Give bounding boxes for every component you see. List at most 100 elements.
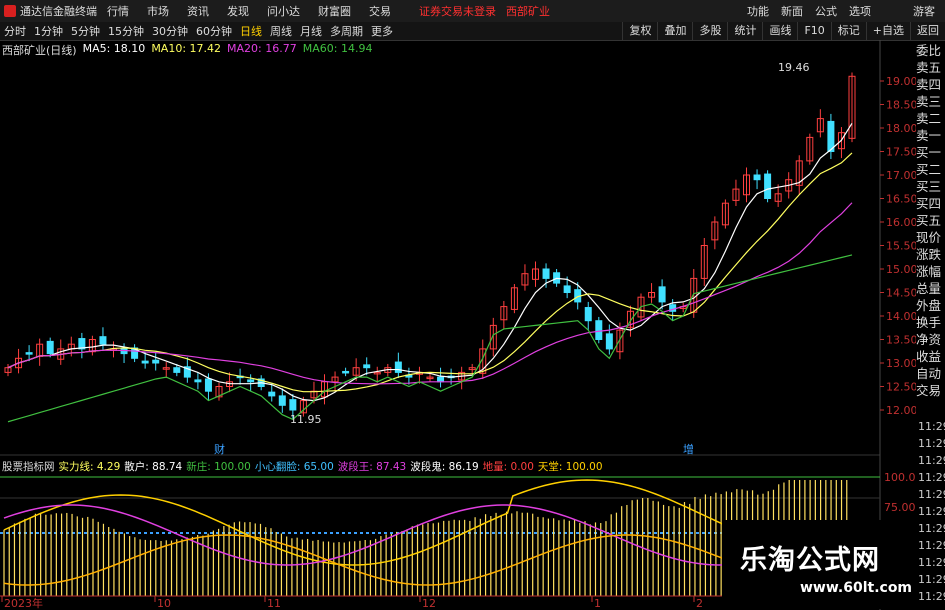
y-tick: 12.00 <box>886 404 916 417</box>
user-label[interactable]: 游客 <box>913 3 935 19</box>
menu-quotes[interactable]: 行情 <box>107 3 129 19</box>
period-1m[interactable]: 1分钟 <box>34 23 63 39</box>
candle-body <box>658 286 666 303</box>
y2-tick: 100.0 <box>884 471 916 484</box>
candle-body <box>394 361 402 373</box>
time-9: 11:29 <box>918 573 945 586</box>
x-tick: 2 <box>696 597 703 610</box>
candle-body <box>141 360 149 364</box>
q-10: 买五 <box>916 213 942 228</box>
period-60m[interactable]: 60分钟 <box>196 23 232 39</box>
q-19[interactable]: 自动 <box>916 365 945 382</box>
tool-multistock[interactable]: 多股 <box>692 22 727 40</box>
q-14: 总量 <box>916 281 942 296</box>
y-tick: 13.00 <box>886 357 916 370</box>
ind-v1: 实力线: 4.29 <box>58 461 121 473</box>
q-4: 卖二 <box>916 111 942 126</box>
candle-body <box>289 399 297 411</box>
x-tick: 2023年 <box>4 596 43 610</box>
period-tick[interactable]: 分时 <box>4 23 26 39</box>
y-tick: 15.50 <box>886 240 916 253</box>
candle-body <box>753 174 761 181</box>
tool-draw[interactable]: 画线 <box>762 22 797 40</box>
menu-market[interactable]: 市场 <box>147 3 169 19</box>
q-15: 外盘 <box>916 298 942 313</box>
menu-newpage[interactable]: 新面 <box>781 3 803 19</box>
annot-zeng: 增 <box>683 442 694 456</box>
candle-body <box>194 379 202 383</box>
time-7: 11:29 <box>918 539 945 552</box>
q-17: 净资 <box>916 332 942 347</box>
menu-wealth[interactable]: 财富圈 <box>318 3 351 19</box>
candle-body <box>152 359 160 364</box>
app-title: 通达信金融终端 <box>20 5 97 18</box>
time-10: 11:29 <box>918 590 945 603</box>
ind-v7: 地量: 0.00 <box>482 461 534 473</box>
stock-name-title: 西部矿业 <box>506 5 550 18</box>
period-week[interactable]: 周线 <box>270 23 292 39</box>
tool-stats[interactable]: 统计 <box>727 22 762 40</box>
watermark-ad: 乐淘公式网 www.60lt.com <box>722 520 915 609</box>
candle-body <box>46 340 54 355</box>
time-5: 11:29 <box>918 505 945 518</box>
ad-title: 乐淘公式网 <box>740 545 880 576</box>
tool-overlay[interactable]: 叠加 <box>657 22 692 40</box>
q-20[interactable]: 交易 <box>916 382 945 399</box>
y-tick: 18.50 <box>886 99 916 112</box>
period-month[interactable]: 月线 <box>300 23 322 39</box>
tool-back[interactable]: 返回 <box>910 22 945 40</box>
period-30m[interactable]: 30分钟 <box>152 23 188 39</box>
y-tick: 12.50 <box>886 381 916 394</box>
ind-v2: 散户: 88.74 <box>124 461 183 473</box>
time-0: 11:29 <box>918 420 945 433</box>
q-11: 现价 <box>916 230 942 245</box>
x-tick: 10 <box>157 597 171 610</box>
time-6: 11:29 <box>918 522 945 535</box>
candle-body <box>363 364 371 369</box>
candle-body <box>25 352 33 355</box>
candle-body <box>247 379 255 383</box>
y-tick: 13.50 <box>886 334 916 347</box>
menu-formula[interactable]: 公式 <box>815 3 837 19</box>
q-13: 涨幅 <box>916 264 942 279</box>
candle-body <box>542 268 550 279</box>
q-12: 涨跌 <box>916 247 942 262</box>
period-day[interactable]: 日线 <box>240 23 262 39</box>
ind-v4: 小心翻脸: 65.00 <box>254 461 334 473</box>
tool-watchlist[interactable]: +自选 <box>865 22 910 40</box>
ind-v6: 波段鬼: 86.19 <box>410 461 479 473</box>
menu-news[interactable]: 资讯 <box>187 3 209 19</box>
menu-trade[interactable]: 交易 <box>369 3 391 19</box>
q-8: 买三 <box>916 179 942 194</box>
candle-body <box>268 391 276 397</box>
menu-ask[interactable]: 问小达 <box>267 3 300 19</box>
ind-v5: 波段王: 87.43 <box>337 461 407 473</box>
period-5m[interactable]: 5分钟 <box>71 23 100 39</box>
candle-body <box>437 376 445 383</box>
login-warning[interactable]: 证券交易未登录 <box>419 3 496 19</box>
menu-function[interactable]: 功能 <box>747 3 769 19</box>
tool-f10[interactable]: F10 <box>797 22 830 40</box>
ma60-line <box>7 254 853 423</box>
candle-body <box>342 370 350 374</box>
candle-body <box>764 173 772 199</box>
period-toolbar: 分时 1分钟 5分钟 15分钟 30分钟 60分钟 日线 周线 月线 多周期 更… <box>0 22 945 41</box>
candle-body <box>99 336 107 345</box>
y-tick: 14.00 <box>886 310 916 323</box>
tool-mark[interactable]: 标记 <box>830 22 866 40</box>
period-15m[interactable]: 15分钟 <box>108 23 144 39</box>
period-more[interactable]: 更多 <box>371 23 393 39</box>
candle-body <box>120 348 128 355</box>
y-tick: 15.00 <box>886 263 916 276</box>
q-16: 换手 <box>916 315 942 330</box>
time-4: 11:29 <box>918 488 945 501</box>
tool-adjust[interactable]: 复权 <box>622 22 657 40</box>
title-bar: 通达信金融终端 行情 市场 资讯 发现 问小达 财富圈 交易 证券交易未登录 西… <box>0 0 945 23</box>
time-3: 11:29 <box>918 471 945 484</box>
period-multi[interactable]: 多周期 <box>330 23 363 39</box>
ind-name: 股票指标网 <box>2 461 55 473</box>
ind-v8: 天堂: 100.00 <box>537 461 603 473</box>
q-0: 委比 <box>916 43 942 58</box>
menu-options[interactable]: 选项 <box>849 3 871 19</box>
menu-discover[interactable]: 发现 <box>227 3 249 19</box>
